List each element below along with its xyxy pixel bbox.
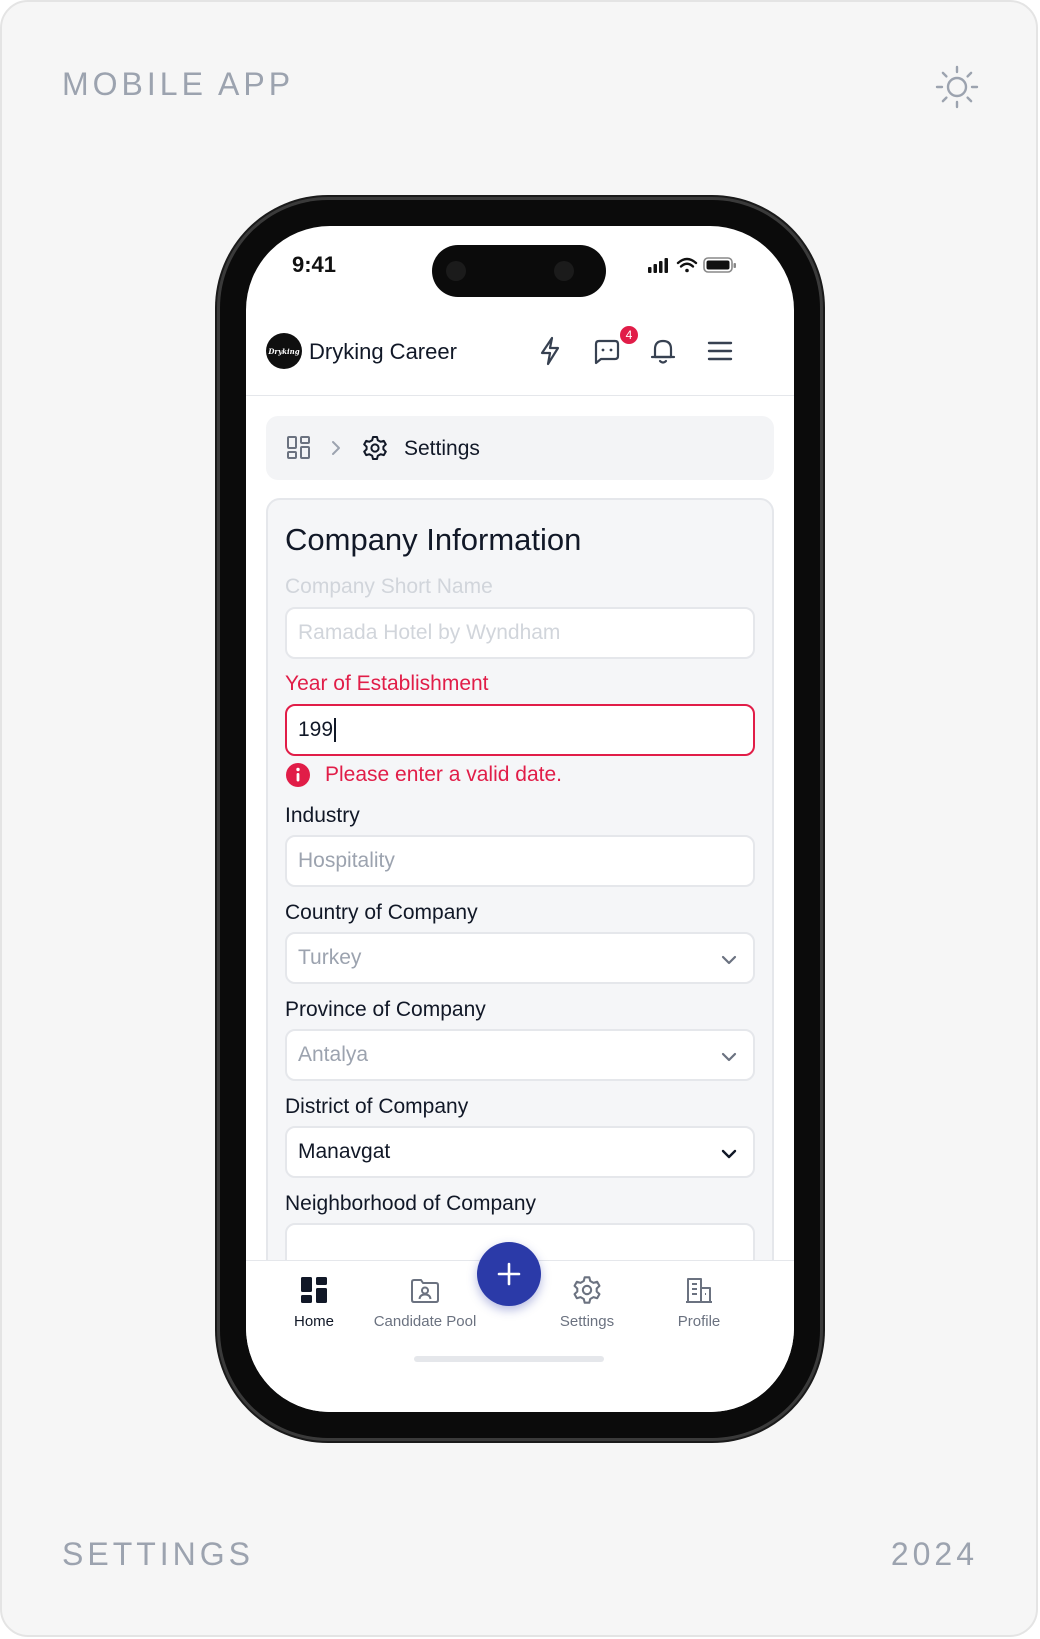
nav-label-candidate-pool: Candidate Pool [373,1313,477,1330]
sun-icon[interactable] [934,64,980,110]
frame-label-mobile-app: MOBILE APP [62,66,295,102]
label-province-of-company: Province of Company [285,998,486,1021]
frame-label-settings: SETTINGS [62,1536,255,1572]
home-indicator [414,1356,604,1362]
signal-icon [648,258,668,273]
label-district-of-company: District of Company [285,1095,469,1118]
phone-screen: 9:41 Dryking Dryking Career 4 Settings C… [246,226,794,1412]
frame-label-year: 2024 [890,1536,978,1572]
form-title: Company Information [285,522,582,557]
dashboard-icon[interactable] [286,435,312,461]
battery-icon [703,257,736,273]
dynamic-island [432,245,606,297]
label-year-of-establishment: Year of Establishment [285,672,489,695]
text-caret [334,718,337,742]
year-error-message: Please enter a valid date. [285,762,562,788]
district-value: Manavgat [298,1140,391,1163]
label-neighborhood-of-company: Neighborhood of Company [285,1192,536,1215]
nav-item-profile[interactable]: Profile [639,1275,759,1330]
province-value: Antalya [298,1043,369,1066]
country-value: Turkey [298,946,362,969]
bell-icon[interactable] [646,334,680,368]
industry-value: Hospitality [298,849,395,872]
company-short-name-input: Ramada Hotel by Wyndham [285,607,755,659]
breadcrumb-current: Settings [404,437,480,460]
home-grid-icon [301,1277,327,1303]
chevron-down-icon [721,1052,737,1062]
candidate-folder-icon [411,1279,439,1303]
add-fab-button[interactable] [477,1242,541,1306]
nav-item-home[interactable]: Home [254,1275,374,1330]
year-of-establishment-input[interactable]: 199 [285,704,755,756]
chevron-down-icon [721,1149,737,1159]
building-icon [686,1278,712,1303]
plus-icon [497,1262,521,1286]
year-error-text: Please enter a valid date. [325,763,562,786]
label-country-of-company: Country of Company [285,901,478,924]
label-company-short-name: Company Short Name [285,575,493,598]
chevron-down-icon [721,955,737,965]
year-of-establishment-value: 199 [298,718,334,741]
gear-icon [363,436,387,460]
lightning-icon[interactable] [533,334,567,368]
chevron-right-icon [332,441,340,455]
nav-item-settings[interactable]: Settings [527,1275,647,1330]
phone-frame: 9:41 Dryking Dryking Career 4 Settings C… [220,200,820,1438]
menu-icon[interactable] [703,334,737,368]
status-time: 9:41 [292,252,337,277]
industry-input[interactable]: Hospitality [285,835,755,887]
wifi-icon [676,257,698,273]
camera-icon [554,261,574,281]
province-select[interactable]: Antalya [285,1029,755,1081]
island-sensor [446,261,466,281]
phone-power-button [820,390,824,500]
country-select[interactable]: Turkey [285,932,755,984]
nav-item-candidate-pool[interactable]: Candidate Pool [365,1275,485,1330]
company-logo[interactable]: Dryking [266,333,302,369]
label-industry: Industry [285,804,360,827]
message-badge: 4 [618,324,640,346]
error-icon [286,763,310,787]
status-icons [648,257,736,273]
nav-label-home: Home [293,1313,334,1330]
nav-label-profile: Profile [677,1313,721,1330]
app-title: Dryking Career [309,339,457,364]
company-short-name-value: Ramada Hotel by Wyndham [298,621,561,644]
breadcrumb: Settings [266,416,774,480]
settings-gear-icon [573,1276,601,1304]
district-select[interactable]: Manavgat [285,1126,755,1178]
nav-label-settings: Settings [559,1313,615,1330]
main-content: Settings Company Information Company Sho… [266,416,774,1398]
app-header: Dryking Dryking Career 4 [246,306,794,396]
